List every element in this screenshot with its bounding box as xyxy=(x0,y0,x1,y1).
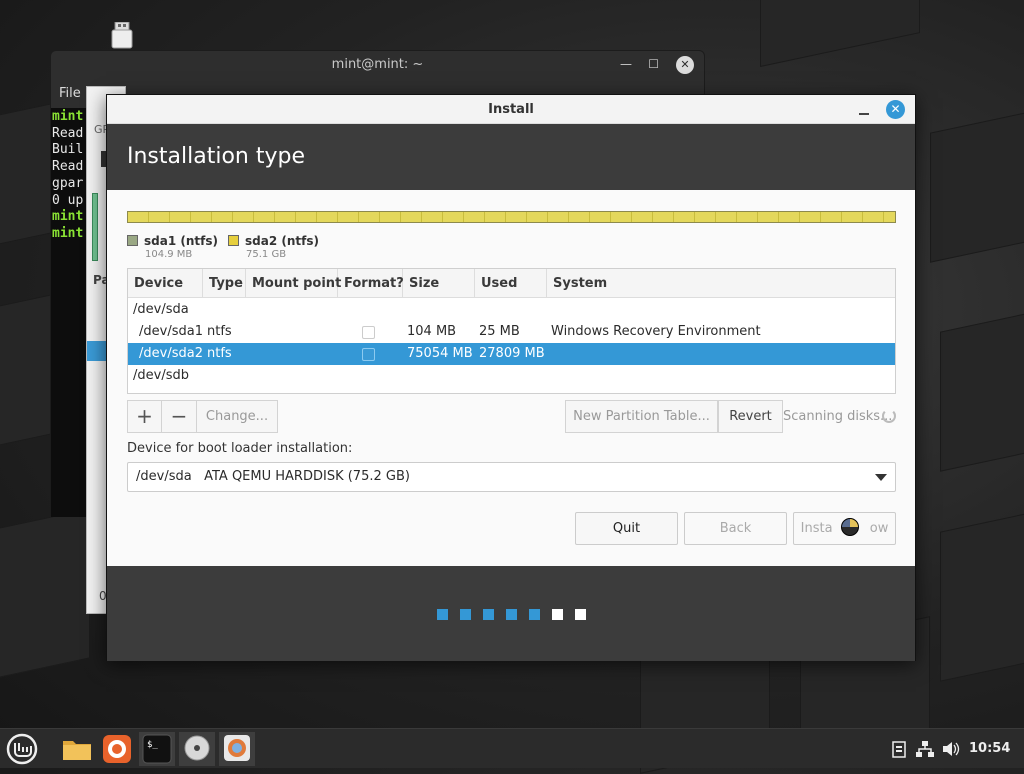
chevron-down-icon xyxy=(875,474,887,481)
terminal-title: mint@mint: ~ xyxy=(331,57,424,72)
close-icon[interactable]: ✕ xyxy=(886,100,905,119)
partition-bar xyxy=(127,211,896,223)
column-header-system[interactable]: System xyxy=(547,269,895,298)
column-header-used[interactable]: Used xyxy=(475,269,547,298)
cell-used: 25 MB xyxy=(479,324,520,339)
cell-device: /dev/sdb xyxy=(133,368,189,383)
add-partition-button[interactable]: + xyxy=(127,400,162,433)
legend-name: sda2 (ntfs) xyxy=(245,234,319,248)
clipboard-icon[interactable] xyxy=(892,740,906,758)
progress-dot-complete xyxy=(483,609,494,620)
scanning-status: Scanning disks... xyxy=(783,409,893,424)
bootloader-device-description: ATA QEMU HARDDISK (75.2 GB) xyxy=(204,469,410,484)
terminal-menu-file[interactable]: File xyxy=(59,86,81,101)
legend-item-sda1: sda1 (ntfs) 104.9 MB xyxy=(127,234,218,260)
page-title: Installation type xyxy=(107,124,915,190)
files-icon[interactable] xyxy=(59,732,95,766)
legend-swatch xyxy=(127,235,138,246)
quit-button[interactable]: Quit xyxy=(575,512,678,545)
progress-dot-complete xyxy=(437,609,448,620)
table-header: Device Type Mount point Format? Size Use… xyxy=(128,269,895,298)
network-icon[interactable] xyxy=(916,740,934,758)
column-header-type[interactable]: Type xyxy=(203,269,246,298)
busy-cursor-icon xyxy=(841,518,859,536)
table-row[interactable]: /dev/sda xyxy=(128,299,895,321)
legend-item-sda2: sda2 (ntfs) 75.1 GB xyxy=(228,234,319,260)
table-row[interactable]: /dev/sdb xyxy=(128,365,895,387)
terminal-line: 0 up xyxy=(52,193,84,208)
table-row-selected[interactable]: /dev/sda2 ntfs 75054 MB 27809 MB xyxy=(128,343,895,365)
cell-size: 104 MB xyxy=(407,324,457,339)
format-checkbox[interactable] xyxy=(362,326,375,339)
change-partition-button[interactable]: Change... xyxy=(196,400,278,433)
spinner-icon xyxy=(882,409,896,423)
terminal-icon[interactable]: $_ xyxy=(139,732,175,766)
legend-size: 75.1 GB xyxy=(246,249,287,260)
bootloader-label: Device for boot loader installation: xyxy=(127,441,353,456)
progress-dot-pending xyxy=(552,609,563,620)
terminal-line: gpar xyxy=(52,176,84,191)
progress-footer xyxy=(107,566,915,661)
cell-device: /dev/sda2 xyxy=(139,346,203,361)
revert-button[interactable]: Revert xyxy=(718,400,783,433)
bootloader-device-select[interactable]: /dev/sda ATA QEMU HARDDISK (75.2 GB) xyxy=(127,462,896,492)
terminal-line: mint xyxy=(52,109,84,124)
installer-titlebar[interactable]: Install ✕ xyxy=(107,95,915,124)
usb-drive-icon[interactable] xyxy=(110,22,134,50)
installer-disc-icon[interactable] xyxy=(179,732,215,766)
format-checkbox[interactable] xyxy=(362,348,375,361)
volume-icon[interactable] xyxy=(942,740,960,758)
firefox-icon[interactable] xyxy=(99,732,135,766)
column-header-format[interactable]: Format? xyxy=(338,269,404,298)
window-title: Install xyxy=(488,102,534,117)
bootloader-device: /dev/sda xyxy=(136,469,192,484)
terminal-line: Read xyxy=(52,159,84,174)
legend-swatch xyxy=(228,235,239,246)
new-partition-table-button[interactable]: New Partition Table... xyxy=(565,400,718,433)
cell-size: 75054 MB xyxy=(407,346,473,361)
legend-size: 104.9 MB xyxy=(145,249,193,260)
column-header-mount[interactable]: Mount point xyxy=(246,269,341,298)
terminal-line: Read xyxy=(52,126,84,141)
terminal-line: mint xyxy=(52,226,84,241)
cell-type: ntfs xyxy=(207,346,232,361)
gparted-icon[interactable] xyxy=(219,732,255,766)
cell-system: Windows Recovery Environment xyxy=(551,324,761,339)
cell-device: /dev/sda xyxy=(133,302,189,317)
svg-text:$_: $_ xyxy=(147,740,158,750)
terminal-close-icon[interactable]: ✕ xyxy=(676,56,694,74)
progress-dot-complete xyxy=(529,609,540,620)
terminal-line: mint xyxy=(52,209,84,224)
column-header-device[interactable]: Device xyxy=(128,269,203,298)
cell-used: 27809 MB xyxy=(479,346,545,361)
minimize-icon[interactable] xyxy=(859,99,873,119)
maximize-icon[interactable]: ☐ xyxy=(648,57,659,71)
terminal-line: Buil xyxy=(52,142,84,157)
progress-dot-complete xyxy=(460,609,471,620)
minimize-icon[interactable]: — xyxy=(620,57,632,71)
progress-dot-complete xyxy=(506,609,517,620)
progress-dot-pending xyxy=(575,609,586,620)
legend-name: sda1 (ntfs) xyxy=(144,234,218,248)
taskbar: $_ 10:54 xyxy=(0,728,1024,768)
cell-type: ntfs xyxy=(207,324,232,339)
table-row[interactable]: /dev/sda1 ntfs 104 MB 25 MB Windows Reco… xyxy=(128,321,895,343)
partition-table[interactable]: Device Type Mount point Format? Size Use… xyxy=(127,268,896,394)
cell-device: /dev/sda1 xyxy=(139,324,203,339)
clock[interactable]: 10:54 xyxy=(969,729,1010,769)
installer-window[interactable]: Install ✕ Installation type sda1 (ntfs) … xyxy=(106,94,916,661)
column-header-size[interactable]: Size xyxy=(403,269,475,298)
mint-menu-icon[interactable] xyxy=(4,732,40,766)
remove-partition-button[interactable]: − xyxy=(161,400,197,433)
gparted-partition-bar xyxy=(92,193,98,261)
back-button[interactable]: Back xyxy=(684,512,787,545)
